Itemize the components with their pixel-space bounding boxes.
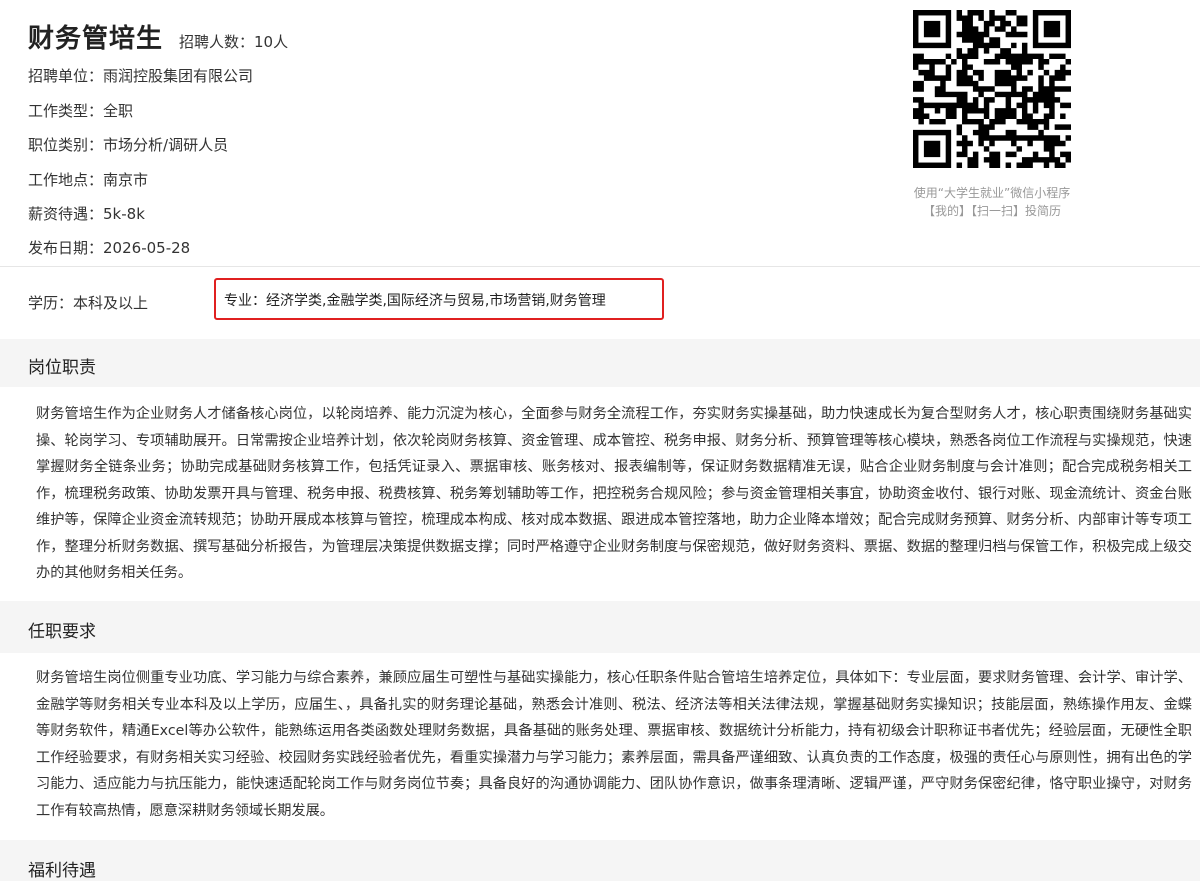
qr-code-icon: [908, 5, 1076, 173]
info-row-job-type: 工作类型：全职: [28, 100, 133, 121]
company-name[interactable]: 雨润控股集团有限公司: [103, 67, 253, 85]
info-label: 职位类别：: [28, 136, 104, 154]
info-row-date: 发布日期：2026-05-28: [28, 237, 190, 258]
info-row-salary: 薪资待遇：5k-8k: [28, 203, 145, 224]
info-label: 工作类型：: [28, 102, 104, 120]
info-row-company: 招聘单位：雨润控股集团有限公司: [28, 65, 253, 86]
section-title-qualifications: 任职要求: [28, 622, 96, 642]
info-label: 发布日期：: [28, 239, 104, 257]
section-header-qualifications: 任职要求: [0, 601, 1200, 653]
qr-caption-line2: 【我的】【扫一扫】投简历: [922, 204, 1061, 218]
major-requirement: 专业：经济学类,金融学类,国际经济与贸易,市场营销,财务管理: [224, 293, 606, 309]
headcount: 招聘人数：10人: [179, 33, 289, 51]
section-title-duties: 岗位职责: [28, 358, 96, 378]
info-label: 薪资待遇：: [28, 205, 104, 223]
major-requirement-highlight: 专业：经济学类,金融学类,国际经济与贸易,市场营销,财务管理: [214, 278, 664, 320]
title-row: 财务管培生 招聘人数：10人: [28, 18, 288, 55]
info-value: 全职: [103, 102, 134, 120]
info-value: 南京市: [103, 171, 149, 189]
duties-text: 财务管培生作为企业财务人才储备核心岗位，以轮岗培养、能力沉淀为核心，全面参与财务…: [36, 406, 1192, 581]
divider: [0, 266, 1200, 267]
info-value: 2026-05-28: [103, 239, 191, 257]
job-title: 财务管培生: [28, 24, 164, 54]
education-requirement: 学历：本科及以上: [28, 294, 149, 312]
info-row-category: 职位类别：市场分析/调研人员: [28, 134, 228, 155]
info-label: 工作地点：: [28, 171, 104, 189]
section-header-benefits: 福利待遇: [0, 840, 1200, 881]
info-value: 5k-8k: [103, 205, 145, 223]
qr-code-graphic: [912, 9, 1071, 168]
info-row-location: 工作地点：南京市: [28, 169, 148, 190]
section-title-benefits: 福利待遇: [28, 861, 96, 881]
requirements-row: 学历：本科及以上 专业：经济学类,金融学类,国际经济与贸易,市场营销,财务管理: [0, 268, 1200, 336]
info-value: 市场分析/调研人员: [103, 136, 229, 154]
qualifications-text: 财务管培生岗位侧重专业功底、学习能力与综合素养，兼顾应届生可塑性与基础实操能力，…: [36, 670, 1192, 819]
section-header-duties: 岗位职责: [0, 339, 1200, 387]
info-label: 招聘单位：: [28, 67, 104, 85]
job-header: 财务管培生 招聘人数：10人 招聘单位：雨润控股集团有限公司 工作类型：全职 职…: [0, 0, 1200, 266]
qr-caption-line1: 使用“大学生就业”微信小程序: [913, 186, 1071, 200]
